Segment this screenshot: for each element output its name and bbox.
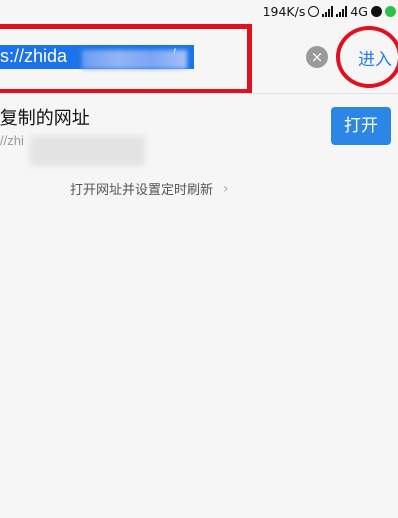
status-icons: 194K/s 4G	[263, 2, 396, 20]
timed-refresh-text: 打开网址并设置定时刷新	[70, 183, 214, 198]
divider	[0, 93, 398, 94]
open-button[interactable]: 打开	[331, 107, 391, 145]
suggestion-title[interactable]: 复制的网址	[0, 104, 90, 130]
status-bar: 194K/s 4G	[0, 0, 398, 22]
suggestion-url: //zhi	[0, 133, 24, 148]
signal-icon	[322, 5, 334, 17]
battery-icon	[385, 5, 396, 17]
clear-icon[interactable]: ×	[306, 46, 328, 68]
data-saver-icon	[371, 5, 382, 17]
chevron-right-icon: ›	[223, 180, 229, 197]
annotation-ellipse	[336, 26, 398, 88]
signal-icon-2	[336, 5, 348, 17]
timed-refresh-link[interactable]: 打开网址并设置定时刷新 ›	[70, 179, 229, 199]
alarm-icon	[308, 5, 320, 17]
network-type: 4G	[350, 3, 368, 19]
suggestion-redaction	[30, 136, 145, 166]
network-speed: 194K/s	[262, 3, 306, 19]
annotation-rectangle	[0, 24, 252, 94]
